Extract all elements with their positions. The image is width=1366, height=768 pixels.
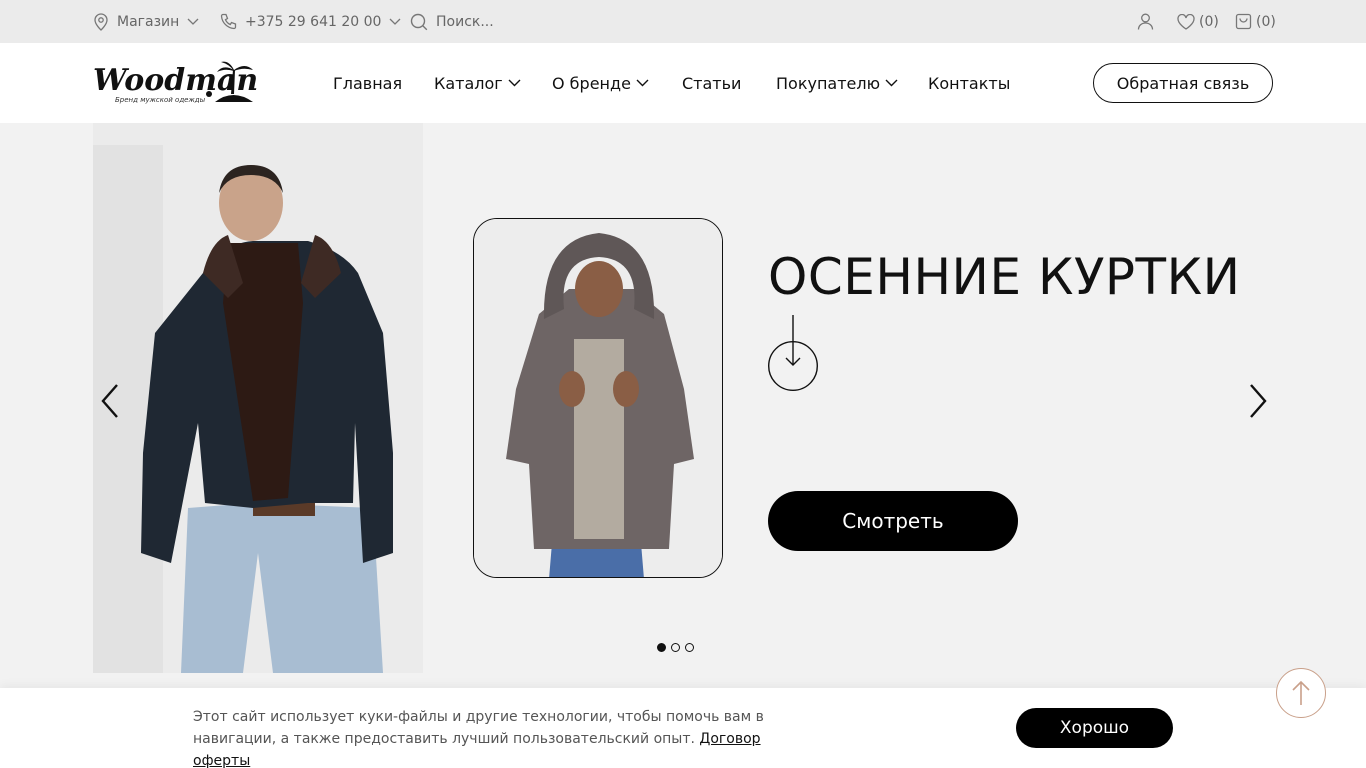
slide-dot-2[interactable] — [671, 643, 680, 652]
logo-tagline: Бренд мужской одежды — [115, 96, 206, 104]
view-button[interactable]: Смотреть — [768, 491, 1018, 551]
cookie-accept-button[interactable]: Хорошо — [1016, 708, 1173, 748]
nav-catalog[interactable]: Каталог — [434, 43, 521, 123]
nav-about-brand[interactable]: О бренде — [552, 43, 649, 123]
nav-contacts[interactable]: Контакты — [928, 43, 1010, 123]
nav-home-label: Главная — [333, 73, 403, 93]
search-field[interactable]: Поиск... — [410, 0, 494, 43]
previous-slide-button[interactable] — [98, 381, 124, 421]
hero-model-image — [93, 123, 423, 673]
chevron-left-icon — [101, 384, 118, 418]
phone-selector[interactable]: +375 29 641 20 00 — [220, 0, 401, 43]
chevron-down-icon — [885, 79, 898, 87]
search-placeholder: Поиск... — [436, 13, 494, 30]
cookie-banner: Этот сайт использует куки-файлы и другие… — [0, 688, 1366, 768]
scroll-down-icon[interactable] — [768, 315, 818, 391]
nav-contacts-label: Контакты — [928, 73, 1011, 93]
favorites-link[interactable]: (0) — [1177, 0, 1219, 43]
shopping-bag-icon — [1235, 13, 1252, 30]
arrow-up-icon — [1292, 680, 1310, 705]
next-slide-button[interactable] — [1244, 381, 1270, 421]
store-selector[interactable]: Магазин — [93, 0, 199, 43]
cookie-text: Этот сайт использует куки-файлы и другие… — [193, 709, 764, 747]
chevron-right-icon — [1250, 384, 1267, 418]
account-link[interactable] — [1137, 0, 1154, 43]
top-bar: Магазин +375 29 641 20 00 Поиск... (0) (… — [0, 0, 1366, 43]
slide-dot-3[interactable] — [685, 643, 694, 652]
cookie-message: Этот сайт использует куки-файлы и другие… — [193, 706, 813, 768]
main-header: Woodman Бренд мужской одежды Главная Кат… — [0, 43, 1366, 123]
nav-buyer-label: Покупателю — [776, 73, 881, 93]
nav-articles-label: Статьи — [682, 73, 742, 93]
feedback-button[interactable]: Обратная связь — [1093, 63, 1273, 103]
hero-slider: ОСЕННИЕ КУРТКИ Смотреть — [0, 123, 1366, 673]
hero-title: ОСЕННИЕ КУРТКИ — [768, 248, 1241, 306]
location-pin-icon — [94, 12, 108, 31]
phone-icon — [220, 13, 237, 30]
nav-articles[interactable]: Статьи — [682, 43, 741, 123]
nav-brand-label: О бренде — [552, 73, 631, 93]
user-icon — [1137, 13, 1154, 30]
nav-catalog-label: Каталог — [434, 73, 503, 93]
search-icon — [410, 13, 428, 30]
chevron-down-icon — [187, 18, 199, 25]
scroll-to-top-button[interactable] — [1276, 668, 1326, 718]
heart-icon — [1177, 13, 1195, 30]
chevron-down-icon — [389, 18, 401, 25]
chevron-down-icon — [636, 79, 649, 87]
slider-pagination — [657, 643, 694, 652]
chevron-down-icon — [508, 79, 521, 87]
hero-product-card[interactable] — [473, 218, 723, 578]
nav-buyer[interactable]: Покупателю — [776, 43, 898, 123]
cart-count: (0) — [1256, 13, 1276, 30]
favorites-count: (0) — [1199, 13, 1219, 30]
phone-number: +375 29 641 20 00 — [245, 13, 382, 30]
nav-home[interactable]: Главная — [333, 43, 402, 123]
store-label: Магазин — [117, 13, 180, 30]
cart-link[interactable]: (0) — [1235, 0, 1276, 43]
slide-dot-1[interactable] — [657, 643, 666, 652]
logo[interactable]: Woodman Бренд мужской одежды — [93, 58, 258, 108]
